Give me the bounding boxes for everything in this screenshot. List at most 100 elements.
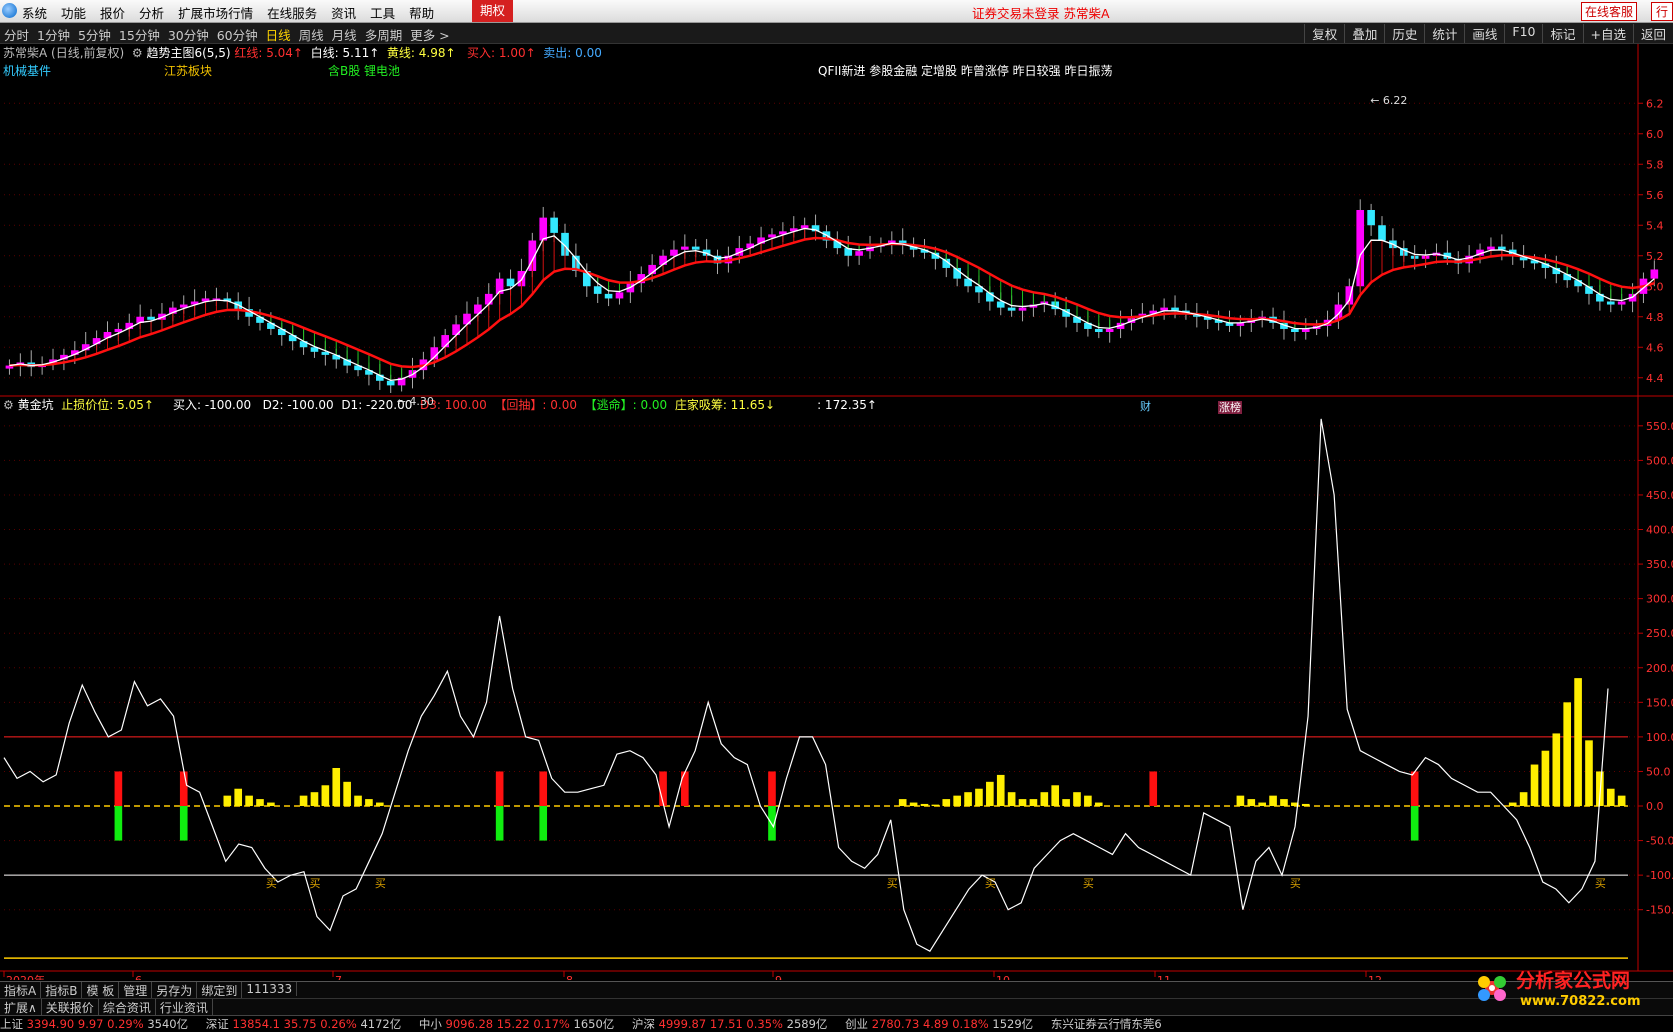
info-tab-2[interactable]: 综合资讯 <box>99 999 156 1016</box>
indicator-tab-6[interactable]: 111333 <box>242 982 298 996</box>
period-item-2[interactable]: 5分钟 <box>78 25 111 44</box>
indicator-tab-2[interactable]: 模 板 <box>82 982 120 999</box>
indicator-tab-1[interactable]: 指标B <box>41 982 83 999</box>
menu-item-2[interactable]: 报价 <box>100 3 125 22</box>
signal-bar-green <box>114 806 123 841</box>
indicator-tabs: 指标A 指标B 模 板管理 另存为 绑定到 111333 <box>0 981 1673 999</box>
menu-item-1[interactable]: 功能 <box>61 3 86 22</box>
candle-body <box>1291 328 1299 332</box>
sub-tick-label: 350.0 <box>1646 558 1673 571</box>
menu-item-7[interactable]: 工具 <box>370 3 395 22</box>
tool-item-3[interactable]: 统计 <box>1424 24 1464 43</box>
signal-bar-green <box>1410 806 1419 841</box>
tool-item-5[interactable]: F10 <box>1504 24 1542 43</box>
ticker-pct: 0.29% <box>107 1017 148 1031</box>
tool-item-0[interactable]: 复权 <box>1304 24 1344 43</box>
menu-item-3[interactable]: 分析 <box>139 3 164 22</box>
ticker-pct: 0.17% <box>533 1017 574 1031</box>
ticker-name: 上证 <box>0 1017 27 1031</box>
period-item-3[interactable]: 15分钟 <box>119 25 160 44</box>
sub-tick-label: -150.0 <box>1646 904 1673 917</box>
menu-item-4[interactable]: 扩展市场行情 <box>178 3 253 22</box>
online-service-button[interactable]: 在线客服 <box>1580 2 1637 21</box>
accumulation-bar <box>321 785 330 807</box>
ticker-name: 沪深 <box>631 1017 659 1031</box>
sub-tick-label: 200.0 <box>1646 662 1673 675</box>
ticker-item[interactable]: 沪深 4999.87 17.51 0.35% 2589亿 <box>632 1017 831 1031</box>
ticker-chg: 15.22 <box>496 1017 534 1031</box>
accumulation-bar <box>942 799 951 807</box>
ticker-chg: 17.51 <box>709 1017 747 1031</box>
period-item-6[interactable]: 日线 <box>266 25 291 44</box>
period-item-1[interactable]: 1分钟 <box>37 25 70 44</box>
menu-item-6[interactable]: 资讯 <box>331 3 356 22</box>
candles <box>5 199 1659 393</box>
candle-body <box>1378 225 1386 241</box>
period-item-10[interactable]: 更多 > <box>410 25 449 44</box>
accumulation-bar <box>1552 733 1561 807</box>
signal-bar-red <box>681 771 689 807</box>
red-line <box>9 236 1655 369</box>
ticker-item[interactable]: 中小 9096.28 15.22 0.17% 1650亿 <box>419 1017 618 1031</box>
candle-body <box>386 380 395 386</box>
accumulation-bar <box>234 788 243 807</box>
tool-item-1[interactable]: 叠加 <box>1344 24 1384 43</box>
ticker-value: 3394.90 <box>26 1017 78 1031</box>
tool-item-2[interactable]: 历史 <box>1384 24 1424 43</box>
period-item-0[interactable]: 分时 <box>4 25 29 44</box>
period-toolbar: 分时 1分钟 5分钟 15分钟 30分钟 60分钟 日线 周线 月线 多周期 更多 > 复权 叠加 历史… <box>0 23 1673 44</box>
ticker-item[interactable]: 深证 13854.1 35.75 0.26% 4172亿 <box>206 1017 405 1031</box>
menu-item-0[interactable]: 系统 <box>22 3 47 22</box>
ticker-value: 4999.87 <box>658 1017 710 1031</box>
ticker-item[interactable]: 创业 2780.73 4.89 0.18% 1529亿 <box>845 1017 1037 1031</box>
indicator-tab-3[interactable]: 管理 <box>119 982 153 999</box>
indicator-tab-0[interactable]: 指标A <box>0 982 42 999</box>
info-tab-1[interactable]: 关联报价 <box>42 999 99 1016</box>
menu-bar: 系统 功能 报价 分析 扩展市场行情 在线服务 资讯 工具 帮助 期权 证券交易未登录 苏常柴A… <box>0 0 1673 23</box>
tool-item-8[interactable]: 返回 <box>1632 24 1673 43</box>
ticker-item[interactable]: 上证 3394.90 9.97 0.29% 3540亿 <box>0 1017 192 1031</box>
indicator-tab-4[interactable]: 另存为 <box>152 982 198 999</box>
buy-label: 买 <box>309 877 320 890</box>
accumulation-bar <box>1094 802 1103 807</box>
indicator-tab-5[interactable]: 绑定到 <box>197 982 243 999</box>
period-item-8[interactable]: 月线 <box>332 25 357 44</box>
tool-item-4[interactable]: 画线 <box>1464 24 1504 43</box>
period-item-5[interactable]: 60分钟 <box>217 25 258 44</box>
tool-item-6[interactable]: 标记 <box>1542 24 1582 43</box>
candle-body <box>1105 328 1114 332</box>
chart-canvas[interactable]: 4.44.64.85.05.25.45.65.86.06.2← 6.22← 4.… <box>0 44 1673 980</box>
period-item-7[interactable]: 周线 <box>299 25 324 44</box>
accumulation-bar <box>1258 802 1266 807</box>
candle-body <box>539 217 548 241</box>
ticker-amt: 4172亿 <box>360 1017 405 1031</box>
accumulation-bar <box>1007 792 1016 807</box>
candle-body <box>593 286 602 294</box>
price-tick-label: 5.6 <box>1646 189 1664 202</box>
app-logo-icon[interactable] <box>2 3 17 18</box>
period-item-4[interactable]: 30分钟 <box>168 25 209 44</box>
signal-bar-green <box>495 806 504 841</box>
period-item-9[interactable]: 多周期 <box>365 25 403 44</box>
price-tick-label: 4.4 <box>1646 372 1664 385</box>
info-tab-0[interactable]: 扩展∧ <box>0 999 42 1016</box>
signal-bar-red <box>1410 771 1419 807</box>
accumulation-bar <box>964 792 972 807</box>
ticker-name: 中小 <box>418 1017 446 1031</box>
menu-item-5[interactable]: 在线服务 <box>267 3 317 22</box>
sub-tick-label: 250.0 <box>1646 627 1673 640</box>
menu-item-8[interactable]: 帮助 <box>409 3 434 22</box>
x-tick-label: 2020年 <box>6 973 45 980</box>
candle-body <box>1018 307 1027 311</box>
info-tab-3[interactable]: 行业资讯 <box>156 999 213 1016</box>
x-tick-label: 7 <box>335 974 342 980</box>
signal-bar-red <box>495 771 504 807</box>
index-ticker: 上证 3394.90 9.97 0.29% 3540亿 深证 13854.1 3… <box>0 1015 1673 1032</box>
ticker-news[interactable]: 东兴证券云行情东莞6 <box>1051 1017 1162 1031</box>
accumulation-bar <box>256 799 264 807</box>
sub-tick-label: 150.0 <box>1646 696 1673 709</box>
trade-button[interactable]: 行 <box>1650 2 1673 21</box>
x-tick-label: 11 <box>1157 974 1171 980</box>
tool-item-7[interactable]: +自选 <box>1582 24 1633 43</box>
menu-options[interactable]: 期权 <box>472 0 514 22</box>
